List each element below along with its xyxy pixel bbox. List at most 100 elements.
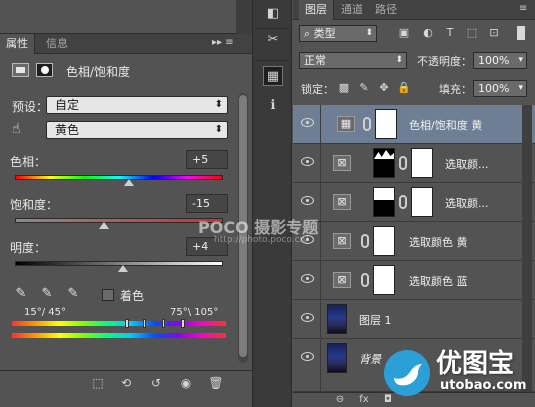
image-filter-icon[interactable]: ▣ <box>397 26 411 40</box>
properties-body: 色相/饱和度 预设： 自定 ⬍ ☝ 黄色 ⬍ 色相： +5 饱和度： -15 明… <box>0 55 252 370</box>
link-icon[interactable] <box>399 195 407 209</box>
layer-mask-thumbnail[interactable] <box>375 109 397 139</box>
tab-info[interactable]: 信息 <box>40 34 74 54</box>
lightness-label: 明度： <box>10 241 47 255</box>
top-spectrum-bar <box>12 321 226 326</box>
channel-dropdown[interactable]: 黄色 ⬍ <box>46 121 228 139</box>
eyedropper-add-icon[interactable]: ✎ <box>40 286 54 302</box>
chevron-down-icon: ▾ <box>518 83 523 93</box>
layer-name[interactable]: 选取颜色 蓝 <box>409 273 468 289</box>
hue-label: 色相： <box>10 155 47 169</box>
brush-settings-icon[interactable]: ✂ <box>263 30 283 50</box>
link-layers-icon[interactable]: ⊖ <box>333 394 347 406</box>
type-filter-icon[interactable]: T <box>443 26 457 40</box>
layer-name[interactable]: 选取颜色 黄 <box>409 234 468 250</box>
range-left-values: 15°/ 45° <box>24 307 66 318</box>
hue-input[interactable]: +5 <box>186 150 228 169</box>
eye-icon <box>301 118 314 127</box>
hue-slider-thumb[interactable] <box>124 179 135 186</box>
poco-watermark-url: http://photo.poco.cn/ <box>214 235 309 245</box>
layer-mask-thumbnail[interactable] <box>373 187 395 217</box>
shape-filter-icon[interactable]: ⬚ <box>465 26 479 40</box>
opacity-value: 100% <box>478 54 510 67</box>
layer-row[interactable]: ⊠ 选取颜色 黄 <box>293 222 535 261</box>
layer-mask-icon[interactable] <box>36 63 53 77</box>
eye-icon <box>301 274 314 283</box>
eyedropper-subtract-icon[interactable]: ✎ <box>66 286 80 302</box>
adjustment-filter-icon[interactable]: ◐ <box>421 26 435 40</box>
lock-image-pixels-icon[interactable]: ✎ <box>357 81 371 95</box>
layer-row[interactable]: ⊠ 选取颜... <box>293 183 535 222</box>
hue-slider-track[interactable] <box>15 175 223 180</box>
targeted-adjustment-hand-icon[interactable]: ☝ <box>12 121 21 137</box>
smart-object-filter-icon[interactable]: ⊡ <box>487 26 501 40</box>
saturation-slider-thumb[interactable] <box>99 222 110 229</box>
layer-mask-thumbnail[interactable] <box>411 148 433 178</box>
range-handle-right[interactable] <box>181 319 185 328</box>
layers-tabbar: 图层 通道 路径 ≡ <box>293 0 535 20</box>
layer-name[interactable]: 选取颜... <box>445 195 489 211</box>
lightness-slider-thumb[interactable] <box>118 265 129 272</box>
link-icon[interactable] <box>399 156 407 170</box>
chevron-updown-icon: ⬍ <box>365 28 373 38</box>
lock-all-icon[interactable]: 🔒 <box>397 81 411 95</box>
layer-name[interactable]: 背景 <box>359 351 381 367</box>
tab-layers[interactable]: 图层 <box>299 0 334 20</box>
filter-toggle-switch[interactable] <box>517 26 525 40</box>
history-icon[interactable]: ◧ <box>263 4 283 24</box>
layer-name[interactable]: 色相/饱和度 黄 <box>409 117 482 133</box>
layer-mask-thumbnail[interactable] <box>373 265 395 295</box>
eyedropper-icon[interactable]: ✎ <box>14 286 28 302</box>
visibility-toggle[interactable] <box>293 339 321 392</box>
fill-input[interactable]: 100% ▾ <box>473 80 527 97</box>
blend-mode-select[interactable]: 正常 ⬍ <box>299 52 407 69</box>
view-previous-state-icon[interactable]: ⟲ <box>116 375 136 391</box>
filter-kind-select[interactable]: ⌕ 类型 ⬍ <box>299 25 377 42</box>
delete-icon[interactable]: 🗑 <box>206 375 226 391</box>
visibility-toggle[interactable] <box>293 261 321 300</box>
lock-label: 锁定： <box>301 83 334 96</box>
layers-scrollbar[interactable] <box>522 105 532 392</box>
layer-thumbnail <box>327 304 347 334</box>
range-handle-inner-right[interactable] <box>162 319 165 328</box>
properties-tabbar: 属性 信息 ▸▸ ≡ <box>0 34 252 54</box>
layers-panel-menu-button[interactable]: ≡ <box>519 3 527 14</box>
toggle-visibility-icon[interactable]: ◉ <box>176 375 196 391</box>
reset-icon[interactable]: ↺ <box>146 375 166 391</box>
adjustments-icon[interactable]: ▦ <box>263 66 283 86</box>
hue-saturation-adjustment-icon[interactable] <box>12 63 29 77</box>
colorize-checkbox[interactable] <box>102 289 114 301</box>
layer-row[interactable]: ▦ 色相/饱和度 黄 <box>293 105 535 144</box>
tab-paths[interactable]: 路径 <box>369 0 403 20</box>
saturation-input[interactable]: -15 <box>186 194 228 213</box>
layer-mask-thumbnail[interactable] <box>373 148 395 178</box>
layer-mask-thumbnail[interactable] <box>411 187 433 217</box>
tab-properties[interactable]: 属性 <box>0 34 35 54</box>
layer-name[interactable]: 选取颜... <box>445 156 489 172</box>
link-icon[interactable] <box>361 234 369 248</box>
layer-row[interactable]: ⊠ 选取颜色 蓝 <box>293 261 535 300</box>
eye-icon <box>301 157 314 166</box>
lock-position-icon[interactable]: ✥ <box>377 81 391 95</box>
opacity-input[interactable]: 100% ▾ <box>473 52 527 69</box>
clip-to-layer-icon[interactable]: ⬚ <box>88 375 108 391</box>
layer-mask-thumbnail[interactable] <box>373 226 395 256</box>
info-icon[interactable]: ℹ <box>263 96 283 116</box>
range-handle-left[interactable] <box>125 319 129 328</box>
layer-style-icon[interactable]: fx <box>357 394 371 406</box>
panel-menu-button[interactable]: ▸▸ ≡ <box>212 37 234 48</box>
saturation-slider-track[interactable] <box>15 218 223 223</box>
visibility-toggle[interactable] <box>293 105 321 144</box>
layer-name[interactable]: 图层 1 <box>359 312 392 328</box>
preset-label: 预设： <box>12 100 49 114</box>
range-handle-inner-left[interactable] <box>143 319 146 328</box>
tab-channels[interactable]: 通道 <box>335 0 369 20</box>
visibility-toggle[interactable] <box>293 144 321 183</box>
link-icon[interactable] <box>361 273 369 287</box>
visibility-toggle[interactable] <box>293 300 321 339</box>
lock-transparent-pixels-icon[interactable]: ▩ <box>337 81 351 95</box>
layer-row[interactable]: 图层 1 <box>293 300 535 339</box>
layer-row[interactable]: ⊠ 选取颜... <box>293 144 535 183</box>
link-icon[interactable] <box>363 117 371 131</box>
preset-dropdown[interactable]: 自定 ⬍ <box>46 96 228 114</box>
